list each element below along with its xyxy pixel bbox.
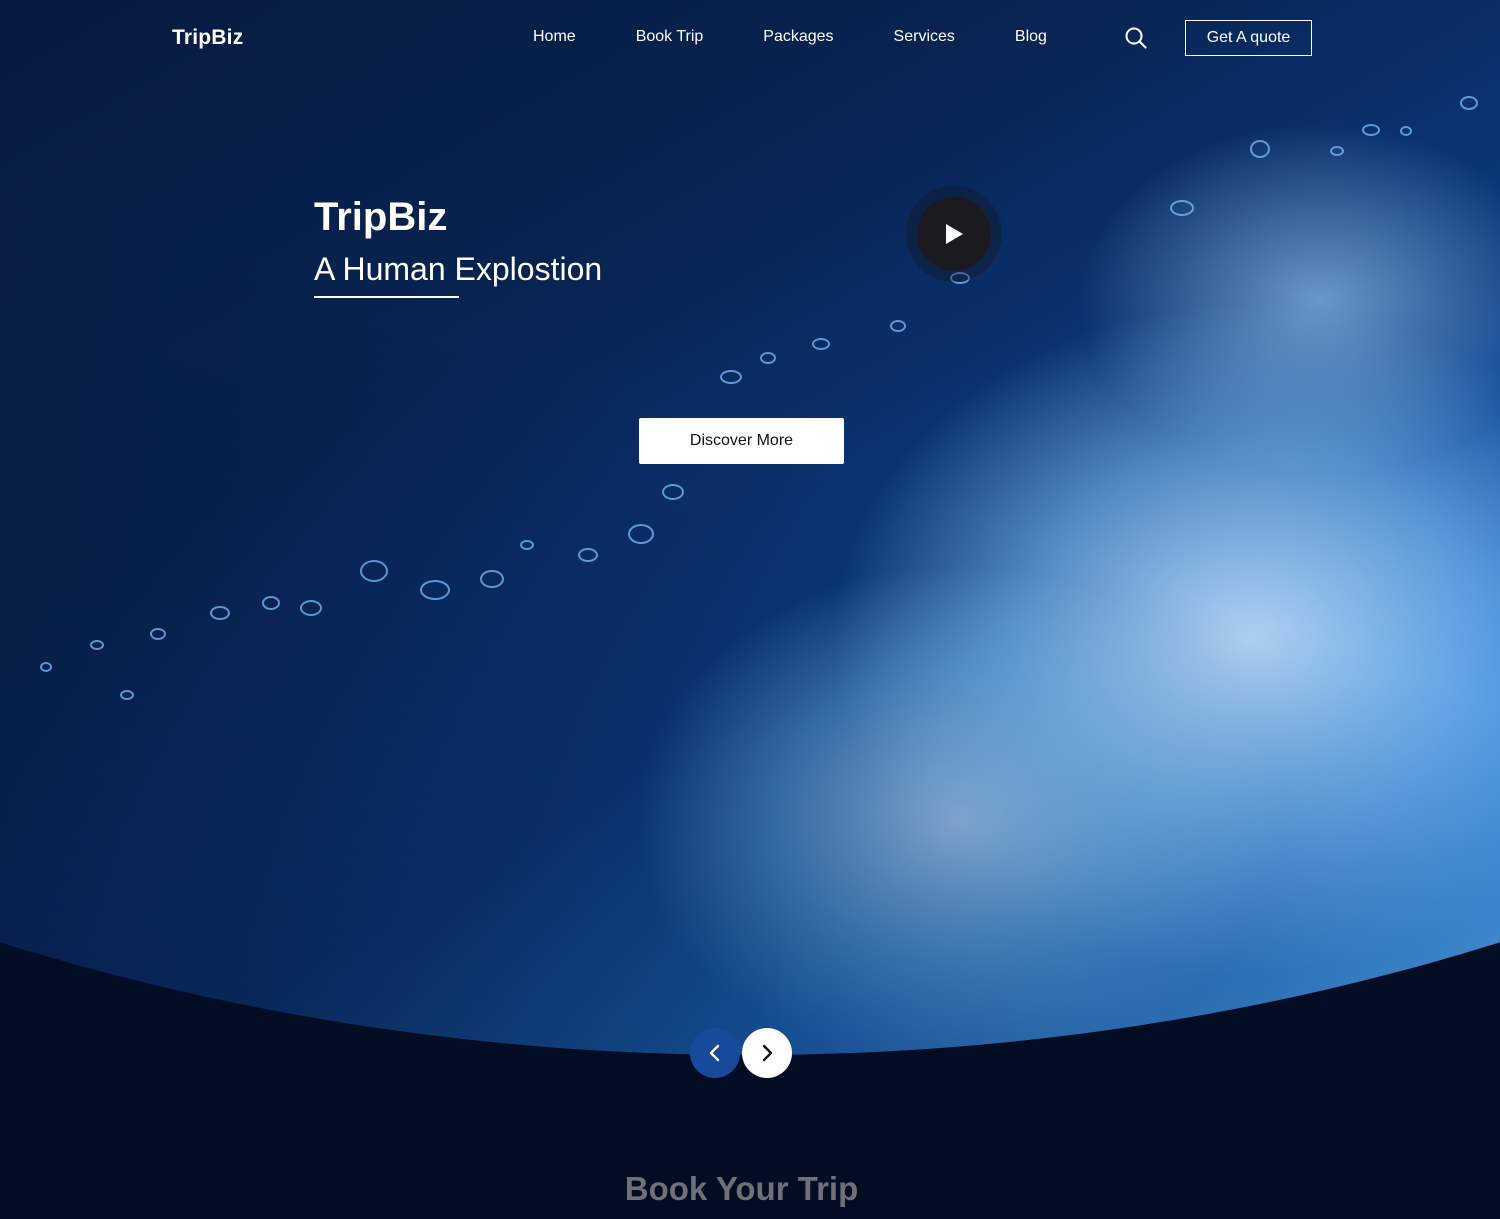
hero-subtitle: A Human Explostion — [314, 251, 603, 287]
hero-title-underline — [314, 296, 459, 298]
nav-item-blog[interactable]: Blog — [1015, 26, 1047, 48]
chevron-left-icon — [709, 1044, 720, 1062]
slider-next-button[interactable] — [742, 1028, 792, 1078]
nav-item-services[interactable]: Services — [894, 26, 955, 48]
play-icon — [946, 224, 963, 244]
book-your-trip-heading: Book Your Trip — [624, 1170, 859, 1207]
nav-menu: Home Book Trip Packages Services Blog — [533, 26, 1107, 48]
play-video-button[interactable] — [906, 186, 1002, 282]
nav-item-book-trip[interactable]: Book Trip — [636, 26, 704, 48]
discover-more-button[interactable]: Discover More — [639, 418, 844, 464]
brand-logo[interactable]: TripBiz — [172, 26, 243, 50]
nav-item-packages[interactable]: Packages — [763, 26, 833, 48]
slider-prev-button[interactable] — [690, 1028, 740, 1078]
nav-item-home[interactable]: Home — [533, 26, 576, 48]
top-navigation: TripBiz Home Book Trip Packages Services… — [0, 0, 1500, 76]
search-icon[interactable] — [1124, 26, 1148, 50]
hero-title: TripBiz — [314, 195, 448, 239]
play-button-inner — [917, 197, 991, 271]
get-a-quote-button[interactable]: Get A quote — [1185, 20, 1312, 56]
chevron-right-icon — [762, 1044, 773, 1062]
